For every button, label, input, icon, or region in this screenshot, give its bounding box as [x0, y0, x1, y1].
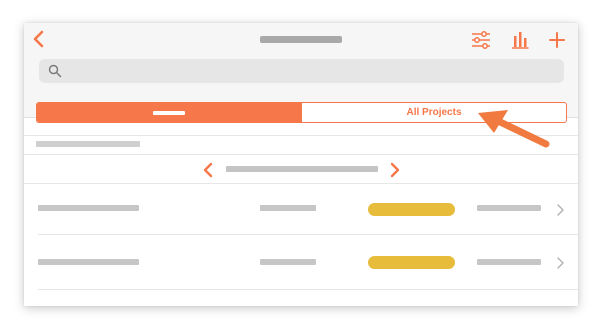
item-date — [477, 259, 541, 265]
chevron-right-icon — [557, 204, 564, 216]
search-icon — [48, 64, 62, 78]
tab-my-projects[interactable] — [37, 103, 302, 122]
search-input[interactable] — [39, 59, 564, 83]
tab-all-projects[interactable]: All Projects — [302, 103, 566, 122]
pager-title — [226, 166, 378, 172]
add-button[interactable] — [546, 30, 568, 50]
back-button[interactable] — [30, 29, 50, 51]
list-item[interactable] — [24, 235, 578, 285]
item-date — [477, 205, 541, 211]
divider — [38, 289, 578, 290]
chevron-right-icon — [390, 162, 400, 178]
chevron-left-icon — [33, 30, 44, 48]
divider — [24, 154, 578, 155]
section-label — [36, 141, 140, 147]
item-name — [38, 259, 139, 265]
filter-button[interactable] — [470, 30, 492, 50]
page-title — [260, 36, 342, 43]
divider — [24, 135, 578, 136]
next-page-button[interactable] — [388, 161, 402, 179]
list-item[interactable] — [24, 184, 578, 234]
chevron-left-icon — [203, 162, 213, 178]
plus-icon — [549, 32, 565, 48]
status-badge — [368, 256, 455, 269]
status-badge — [368, 203, 455, 216]
reports-button[interactable] — [509, 30, 531, 50]
app-window: All Projects — [24, 23, 578, 306]
previous-page-button[interactable] — [201, 161, 215, 179]
bar-chart-icon — [512, 32, 529, 49]
tab-label — [153, 111, 185, 115]
item-name — [38, 205, 139, 211]
sliders-icon — [472, 31, 490, 49]
item-number — [260, 259, 316, 265]
project-scope-toggle: All Projects — [36, 102, 567, 123]
item-number — [260, 205, 316, 211]
chevron-right-icon — [557, 257, 564, 269]
tab-label: All Projects — [406, 107, 462, 118]
